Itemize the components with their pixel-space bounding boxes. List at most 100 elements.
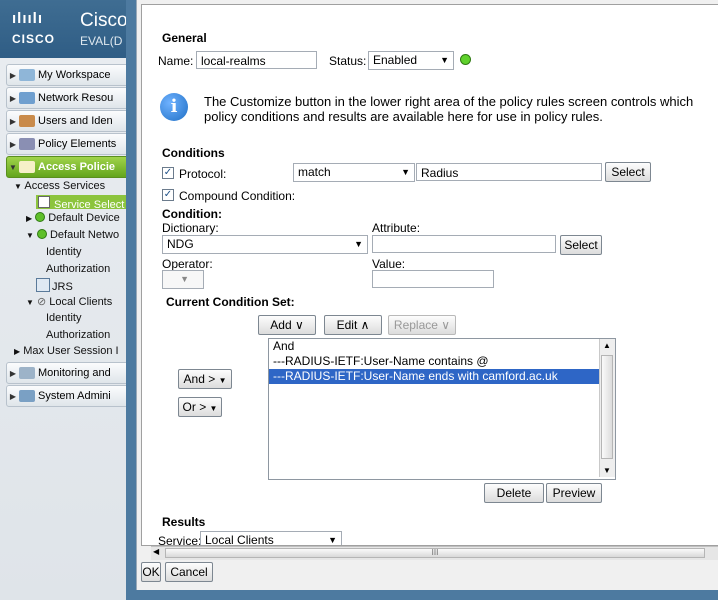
disabled-icon: ⊘ <box>36 296 47 308</box>
policy-rule-dialog: General Name: local-realms Status: Enabl… <box>126 0 718 600</box>
navigation-pane: ılıılı CISCO Cisco EVAL(D ▶ My Workspace… <box>0 0 140 600</box>
nav-access-policies[interactable]: ▼ Access Policie <box>6 156 140 178</box>
nav-system-admin[interactable]: ▶ System Admini <box>6 385 140 407</box>
monitoring-icon <box>19 367 35 379</box>
workspace-icon <box>19 69 35 81</box>
compound-condition-checkbox[interactable]: ✓ <box>162 189 174 201</box>
attribute-input[interactable] <box>372 235 556 253</box>
ok-button[interactable]: OK <box>141 562 161 582</box>
nav-policy-elements[interactable]: ▶ Policy Elements <box>6 133 140 155</box>
value-input[interactable] <box>372 270 494 288</box>
cisco-logo-word: CISCO <box>12 32 56 46</box>
or-operator-button[interactable]: Or > ▼ <box>178 397 222 417</box>
status-dot-icon <box>36 229 47 239</box>
tree-local-clients[interactable]: ▼ ⊘ Local Clients <box>26 295 112 308</box>
dropdown-caret-icon: ▼ <box>440 55 449 65</box>
expand-arrow-icon: ▶ <box>9 116 17 126</box>
horizontal-scrollbar[interactable]: ◀ III <box>151 546 718 560</box>
cancel-button[interactable]: Cancel <box>165 562 213 582</box>
nav-label: System Admini <box>38 390 111 402</box>
service-select[interactable]: Local Clients ▼ <box>200 531 342 545</box>
edit-condition-button[interactable]: Edit ∧ <box>324 315 382 335</box>
scroll-up-icon[interactable]: ▲ <box>603 341 611 350</box>
horizontal-scroll-thumb[interactable]: III <box>165 548 705 558</box>
scroll-left-icon[interactable]: ◀ <box>153 547 159 556</box>
protocol-checkbox[interactable]: ✓ <box>162 167 174 179</box>
expand-arrow-icon: ▶ <box>9 139 17 149</box>
cisco-logo-bars: ılıılı <box>12 10 44 27</box>
tree-authorization-2[interactable]: Authorization <box>46 329 110 341</box>
dropdown-caret-icon: ▼ <box>354 239 363 249</box>
policy-elements-icon <box>19 138 35 150</box>
replace-condition-button[interactable]: Replace ∨ <box>388 315 456 335</box>
info-icon: i <box>160 93 188 121</box>
edition-label: EVAL(D <box>80 34 123 48</box>
info-text-line2: policy conditions and results are availa… <box>204 109 603 124</box>
name-input[interactable]: local-realms <box>196 51 317 69</box>
expand-arrow-icon: ▶ <box>9 391 17 401</box>
tree-authorization[interactable]: Authorization <box>46 263 110 275</box>
tree-max-user-session[interactable]: ▶ Max User Session I <box>14 345 119 357</box>
users-icon <box>19 115 35 127</box>
condition-heading: Condition: <box>162 207 222 221</box>
system-admin-icon <box>19 390 35 402</box>
tree-default-network[interactable]: ▼ Default Netwo <box>26 229 119 241</box>
access-policies-icon <box>19 161 35 173</box>
operator-label: Operator: <box>162 257 213 271</box>
cisco-header: ılıılı CISCO Cisco EVAL(D <box>0 0 140 58</box>
compound-condition-label: Compound Condition: <box>179 189 296 203</box>
tree-jrs[interactable]: JRS <box>36 278 73 293</box>
dropdown-caret-icon: ▼ <box>209 404 218 413</box>
status-select[interactable]: Enabled ▼ <box>368 51 454 70</box>
condition-row-ends-with[interactable]: ---RADIUS-IETF:User-Name ends with camfo… <box>269 369 615 384</box>
results-heading: Results <box>162 515 206 529</box>
condition-row-contains[interactable]: ---RADIUS-IETF:User-Name contains @ <box>269 354 615 369</box>
expand-arrow-icon: ▶ <box>9 93 17 103</box>
attribute-select-button[interactable]: Select <box>560 235 602 255</box>
condition-set-list[interactable]: And ---RADIUS-IETF:User-Name contains @ … <box>268 338 616 480</box>
list-vertical-scrollbar[interactable]: ▲ ▼ <box>599 339 615 477</box>
add-condition-button[interactable]: Add ∨ <box>258 315 316 335</box>
operator-select[interactable]: ▼ <box>162 270 204 289</box>
condition-row-and[interactable]: And <box>269 339 615 354</box>
protocol-value-input[interactable]: Radius <box>416 163 602 181</box>
dialog-body: General Name: local-realms Status: Enabl… <box>136 0 718 590</box>
delete-button[interactable]: Delete <box>484 483 544 503</box>
protocol-select-button[interactable]: Select <box>605 162 651 182</box>
dictionary-select[interactable]: NDG ▼ <box>162 235 368 254</box>
nav-label: Access Policie <box>38 161 116 173</box>
tree-service-selection[interactable]: Service Select <box>36 195 140 211</box>
and-operator-button[interactable]: And > ▼ <box>178 369 232 389</box>
collapse-arrow-icon: ▼ <box>9 162 17 172</box>
nav-users-identity[interactable]: ▶ Users and Iden <box>6 110 140 132</box>
protocol-operator-select[interactable]: match ▼ <box>293 163 415 182</box>
nav-label: Users and Iden <box>38 115 113 127</box>
preview-button[interactable]: Preview <box>546 483 602 503</box>
current-condition-set-heading: Current Condition Set: <box>166 295 295 309</box>
expand-arrow-icon: ▶ <box>9 368 17 378</box>
dropdown-caret-icon: ▼ <box>401 167 410 177</box>
nav-label: Network Resou <box>38 92 114 104</box>
nav-label: Monitoring and <box>38 367 111 379</box>
nav-my-workspace[interactable]: ▶ My Workspace <box>6 64 140 86</box>
attribute-label: Attribute: <box>372 221 421 235</box>
tree-identity[interactable]: Identity <box>46 246 81 258</box>
general-heading: General <box>162 31 207 45</box>
nav-label: Policy Elements <box>38 138 117 150</box>
expand-arrow-icon: ▶ <box>9 70 17 80</box>
service-label: Service: <box>158 534 202 546</box>
tree-default-device[interactable]: ▶ Default Device <box>26 212 120 224</box>
conditions-heading: Conditions <box>162 146 225 160</box>
scroll-down-icon[interactable]: ▼ <box>603 466 611 475</box>
table-icon <box>38 196 50 208</box>
protocol-label: Protocol: <box>179 167 227 181</box>
tree-access-services[interactable]: ▼ Access Services <box>14 180 105 192</box>
nav-network-resources[interactable]: ▶ Network Resou <box>6 87 140 109</box>
scroll-thumb[interactable] <box>601 355 613 459</box>
status-label: Status: <box>329 54 367 68</box>
dialog-content: General Name: local-realms Status: Enabl… <box>141 4 718 546</box>
service-icon <box>36 278 50 292</box>
tree-identity-2[interactable]: Identity <box>46 312 81 324</box>
dictionary-label: Dictionary: <box>162 221 219 235</box>
nav-monitoring[interactable]: ▶ Monitoring and <box>6 362 140 384</box>
